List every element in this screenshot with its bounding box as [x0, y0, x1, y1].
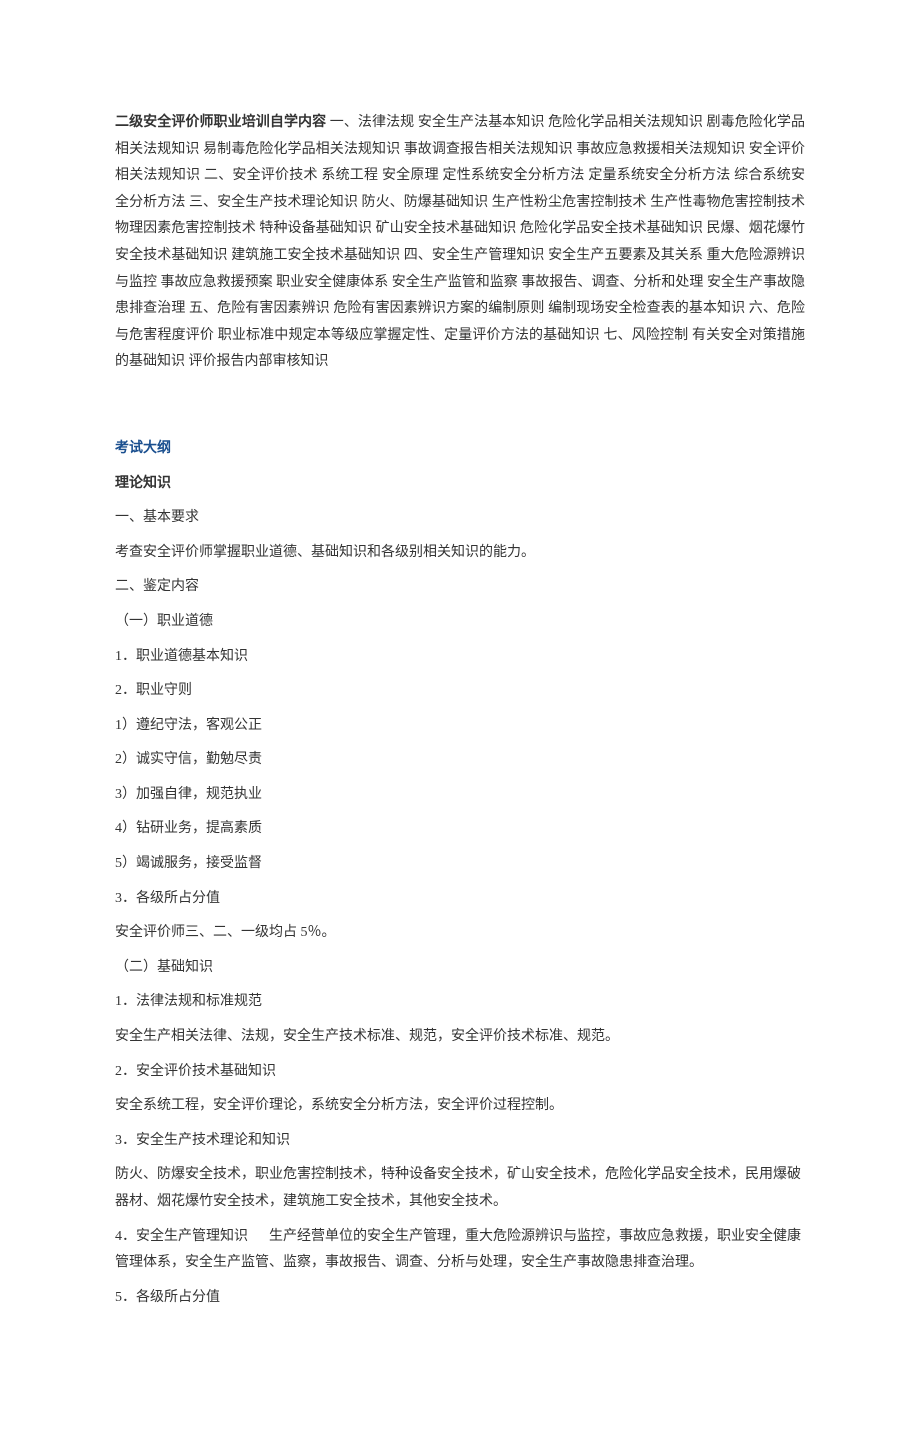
- body-line: 安全生产相关法律、法规，安全生产技术标准、规范，安全评价技术标准、规范。: [115, 1024, 805, 1051]
- body-line: 3）加强自律，规范执业: [115, 782, 805, 809]
- intro-lead: 二级安全评价师职业培训自学内容: [115, 115, 326, 130]
- body-line: 考查安全评价师掌握职业道德、基础知识和各级别相关知识的能力。: [115, 540, 805, 567]
- body-line: 1．职业道德基本知识: [115, 644, 805, 671]
- body-line: 2．职业守则: [115, 678, 805, 705]
- sub-heading-theory: 理论知识: [115, 471, 805, 498]
- body-line: 3．各级所占分值: [115, 886, 805, 913]
- body-line: 2）诚实守信，勤勉尽责: [115, 747, 805, 774]
- intro-body: 一、法律法规 安全生产法基本知识 危险化学品相关法规知识 剧毒危险化学品相关法规…: [115, 115, 805, 369]
- body-line: 安全评价师三、二、一级均占 5％。: [115, 920, 805, 947]
- body-line: 防火、防爆安全技术，职业危害控制技术，特种设备安全技术，矿山安全技术，危险化学品…: [115, 1162, 805, 1215]
- body-line: 5）竭诚服务，接受监督: [115, 851, 805, 878]
- body-line: 1．法律法规和标准规范: [115, 989, 805, 1016]
- body-line: 4．安全生产管理知识 生产经营单位的安全生产管理，重大危险源辨识与监控，事故应急…: [115, 1224, 805, 1277]
- body-line: 二、鉴定内容: [115, 574, 805, 601]
- section-heading-exam-outline: 考试大纲: [115, 436, 805, 463]
- body-line: 安全系统工程，安全评价理论，系统安全分析方法，安全评价过程控制。: [115, 1093, 805, 1120]
- body-line: （一）职业道德: [115, 609, 805, 636]
- body-line: 2．安全评价技术基础知识: [115, 1059, 805, 1086]
- body-line: 4）钻研业务，提高素质: [115, 816, 805, 843]
- body-line: （二）基础知识: [115, 955, 805, 982]
- body-line: 5．各级所占分值: [115, 1285, 805, 1312]
- intro-paragraph: 二级安全评价师职业培训自学内容 一、法律法规 安全生产法基本知识 危险化学品相关…: [115, 110, 805, 376]
- body-line: 3．安全生产技术理论和知识: [115, 1128, 805, 1155]
- body-line: 1）遵纪守法，客观公正: [115, 713, 805, 740]
- body-line: 一、基本要求: [115, 505, 805, 532]
